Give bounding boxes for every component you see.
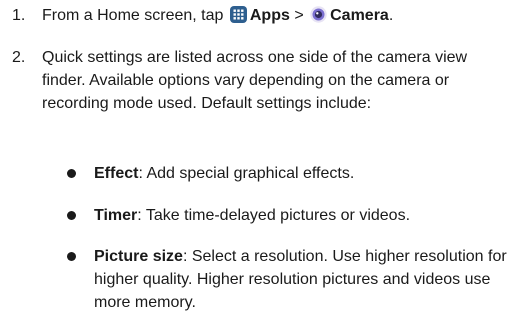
bullet-icon	[67, 252, 76, 261]
camera-app-icon	[310, 6, 327, 23]
separator: >	[294, 7, 304, 24]
setting-term: Effect	[94, 165, 139, 182]
camera-label: Camera	[330, 7, 389, 24]
setting-term: Picture size	[94, 248, 183, 265]
apps-grid-icon	[229, 6, 247, 23]
step-text-suffix: .	[388, 7, 394, 24]
step-text: From a Home screen, tap Apps > Camera.	[42, 4, 510, 27]
setting-term: Timer	[94, 207, 138, 224]
list-item-text: Picture size: Select a resolution. Use h…	[94, 245, 508, 314]
step-text-prefix: From a Home screen, tap	[42, 7, 224, 24]
list-item-text: Timer: Take time-delayed pictures or vid…	[94, 204, 508, 227]
step-number: 2.	[12, 49, 26, 66]
step-1: 1. From a Home screen, tap Apps > Camera…	[0, 4, 516, 28]
bullet-icon	[67, 211, 76, 220]
step-number: 1.	[12, 7, 26, 24]
step-text: Quick settings are listed across one sid…	[42, 49, 468, 112]
setting-desc: : Add special graphical effects.	[138, 165, 355, 182]
apps-label: Apps	[249, 7, 290, 24]
step-2: 2. Quick settings are listed across one …	[0, 46, 516, 146]
bullet-icon	[67, 169, 76, 178]
setting-desc: : Take time-delayed pictures or videos.	[137, 207, 411, 224]
list-item-text: Effect: Add special graphical effects.	[94, 162, 508, 185]
